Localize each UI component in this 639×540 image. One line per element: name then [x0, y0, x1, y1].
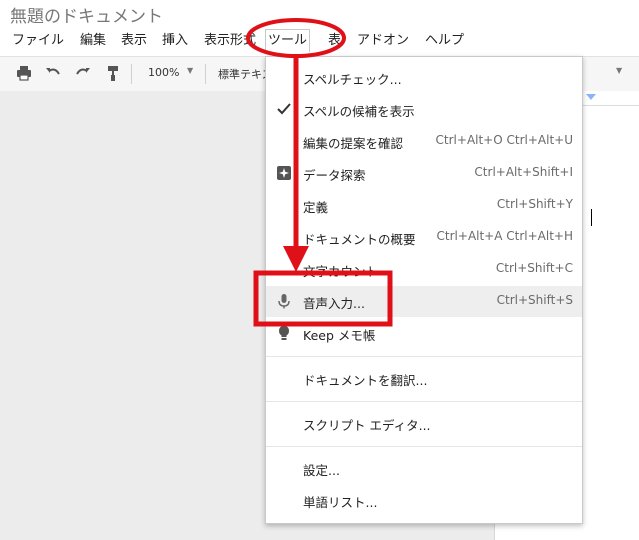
annotation-highlight-box: [253, 270, 393, 327]
annotation-overlay: [246, 18, 393, 327]
annotation-arrow-icon: [283, 246, 309, 272]
annotation-ellipse: [246, 18, 346, 58]
